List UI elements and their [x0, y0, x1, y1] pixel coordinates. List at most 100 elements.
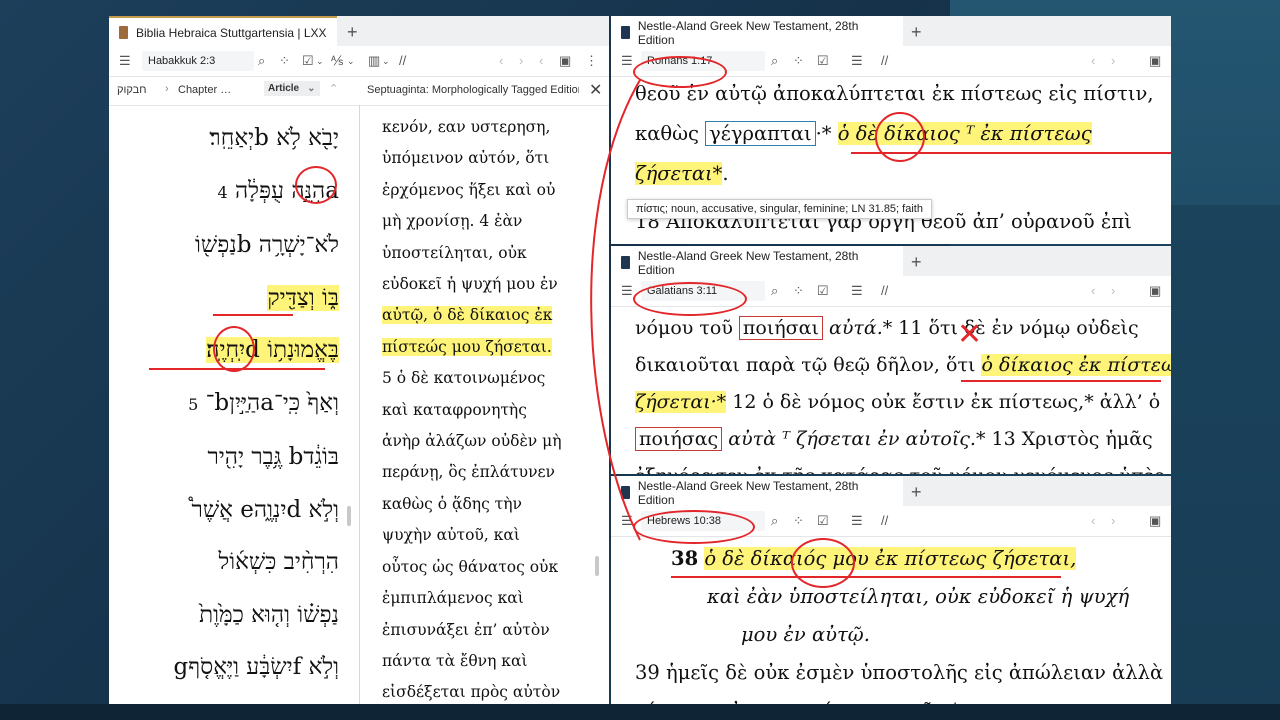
panel-menu-icon[interactable]: ▣ [1149, 513, 1161, 529]
lxx-line: κενόν, εαν υστερηση, [382, 118, 551, 136]
word-box[interactable]: γέγραπται [705, 121, 816, 146]
panel-menu-icon[interactable]: ▣ [1149, 53, 1161, 69]
tab-bhs[interactable]: Biblia Hebraica Stuttgartensia | LXX [109, 16, 337, 47]
hebrews-line: 39 ἡμεῖς δὲ οὐκ ἐσμὲν ὑποστολῆς εἰς ἀπώλ… [635, 661, 1164, 684]
parallel-icon[interactable]: // [399, 53, 406, 68]
galatians-word: αὐτά.* [828, 317, 893, 339]
add-tab-icon[interactable]: + [347, 22, 358, 43]
forward-icon[interactable]: › [1111, 513, 1115, 528]
galatians-tabbar: Nestle-Aland Greek New Testament, 28th E… [611, 246, 1171, 277]
parallel-icon[interactable]: // [881, 513, 888, 528]
chevron-down-icon[interactable]: ⌄ [347, 56, 355, 67]
scrollbar-right[interactable] [595, 556, 599, 576]
hebrews-text: 38 ὁ δὲ δίκαιός μου ἐκ πίστεως ζήσεται, … [635, 540, 1164, 704]
lxx-line-highlight: πίστεώς μου ζήσεται. [382, 332, 582, 363]
book-icon [119, 26, 128, 39]
lxx-line: ψυχὴν αὐτοῦ, καὶ [382, 526, 520, 545]
search-icon[interactable]: ⌕ [771, 513, 778, 529]
lxx-highlight: πίστεώς μου ζήσεται. [382, 337, 552, 356]
reference-input[interactable]: Habakkuk 2:3 [142, 51, 254, 71]
checkbox-icon[interactable]: ☑ [817, 513, 829, 529]
apparatus-mark[interactable]: ·* [816, 122, 832, 145]
chevron-down-icon: ⌄ [307, 83, 316, 94]
panel-menu-icon[interactable]: ▣ [1149, 283, 1161, 299]
columns-icon[interactable]: ▥ [368, 53, 380, 69]
scrollbar-left[interactable] [347, 506, 351, 526]
parallel-icon[interactable]: // [881, 53, 888, 68]
columns-icon[interactable]: ☰ [851, 53, 863, 69]
back-icon[interactable]: ‹ [499, 53, 503, 68]
red-underline-annotation [671, 576, 1061, 578]
checkbox-icon[interactable]: ☑ [817, 283, 829, 299]
search-icon[interactable]: ⌕ [258, 53, 265, 69]
menu-icon[interactable]: ☰ [119, 53, 131, 69]
add-tab-icon[interactable]: + [911, 22, 922, 43]
hebrews-tabbar: Nestle-Aland Greek New Testament, 28th E… [611, 476, 1171, 507]
red-circle-annotation [875, 112, 925, 162]
hebrews-line: 38 ὁ δὲ δίκαιός μου ἐκ πίστεως ζήσεται, [635, 540, 1160, 578]
forward-icon[interactable]: › [1111, 53, 1115, 68]
lxx-line: καὶ καταφρονητὴς [382, 400, 527, 419]
tab-na28-galatians[interactable]: Nestle-Aland Greek New Testament, 28th E… [611, 246, 903, 277]
chevron-down-icon[interactable]: ⌄ [382, 56, 390, 67]
close-icon[interactable]: ✕ [589, 80, 602, 100]
tab-na28-romans[interactable]: Nestle-Aland Greek New Testament, 28th E… [611, 16, 903, 47]
septuagint-column: κενόν, εαν υστερηση, ὑπόμεινον αὐτόν, ὅτ… [382, 112, 582, 704]
hebrews-line: καὶ ἐὰν ὑποστείληται, οὐκ εὐδοκεῖ ἡ ψυχή [707, 585, 1130, 608]
back-icon[interactable]: ‹ [1091, 53, 1095, 68]
red-x-annotation: ✕ [957, 318, 983, 351]
search-icon[interactable]: ⌕ [771, 283, 778, 299]
word-box[interactable]: ποιήσας [635, 427, 723, 451]
visual-filter-icon[interactable]: ⁘ [279, 53, 290, 69]
menu-icon[interactable]: ☰ [621, 53, 633, 69]
more-icon[interactable]: ⋮ [585, 53, 598, 69]
verse-number: 4 [217, 182, 228, 202]
hebrew-line: בּוֹגֵ֔דb גֶּ֥בֶר יָהִ֖יר [207, 444, 339, 470]
hebrews-line: μου ἐν αὐτῷ. [741, 623, 870, 646]
chevron-right-icon: › [165, 83, 169, 95]
tab-title: Nestle-Aland Greek New Testament, 28th E… [637, 18, 859, 47]
interlinear-icon[interactable]: ⅍ [331, 53, 343, 68]
breadcrumb-chapter[interactable]: Chapter … [178, 84, 231, 96]
add-tab-icon[interactable]: + [911, 252, 922, 273]
menu-icon[interactable]: ☰ [621, 283, 633, 299]
red-circle-annotation [295, 166, 337, 204]
search-icon[interactable]: ⌕ [771, 53, 778, 69]
visual-filter-icon[interactable]: ⁘ [793, 283, 804, 299]
lxx-line: ἐρχόμενος ἥξει καὶ οὐ [382, 180, 556, 199]
chevron-down-icon[interactable]: ⌄ [316, 56, 324, 67]
column-divider[interactable] [359, 105, 360, 704]
verse-number: 38 [671, 547, 699, 570]
columns-icon[interactable]: ☰ [851, 283, 863, 299]
visual-filter-icon[interactable]: ⁘ [793, 53, 804, 69]
back-icon[interactable]: ‹ [1091, 513, 1095, 528]
forward-icon[interactable]: › [1111, 283, 1115, 298]
lxx-line: ἐμπιπλάμενος καὶ [382, 589, 524, 608]
collapse-icon[interactable]: ⌃ [329, 82, 338, 95]
red-circle-annotation [213, 326, 255, 372]
breadcrumb-book[interactable]: חבקוק [117, 84, 146, 96]
red-circle-annotation [633, 510, 755, 544]
panel-menu-icon[interactable]: ▣ [559, 53, 571, 69]
hebrew-line: נַפְשׁ֗וֹ וְה֤וּא כַמָּ֙וֶת֙ [199, 601, 339, 628]
checkbox-icon[interactable]: ☑ [302, 53, 314, 69]
columns-icon[interactable]: ☰ [851, 513, 863, 529]
article-dropdown[interactable]: Article ⌄ [264, 81, 320, 96]
visual-filter-icon[interactable]: ⁘ [793, 513, 804, 529]
red-circle-annotation [633, 56, 727, 88]
tab-na28-hebrews[interactable]: Nestle-Aland Greek New Testament, 28th E… [611, 476, 903, 507]
word-box[interactable]: ποιήσαι [738, 316, 823, 340]
menu-icon[interactable]: ☰ [621, 513, 633, 529]
galatians-word: δικαιοῦται παρὰ τῷ θεῷ δῆλον, ὅτι [635, 354, 976, 376]
word-tooltip: πίστις; noun, accusative, singular, femi… [627, 199, 932, 219]
forward-icon[interactable]: › [519, 53, 523, 68]
back-icon[interactable]: ‹ [1091, 283, 1095, 298]
galatians-word: νόμου τοῦ [635, 317, 733, 339]
checkbox-icon[interactable]: ☑ [817, 53, 829, 69]
lxx-highlight: αὐτῷ, ὁ δὲ δίκαιος ἐκ [382, 306, 553, 325]
parallel-icon[interactable]: // [881, 283, 888, 298]
history-icon[interactable]: ‹ [539, 53, 543, 68]
hebrew-line: לֹא־יָשְׁרָ֥ה bנַפְשׁ֖וֹ [195, 232, 339, 258]
lxx-line: οὗτος ὡς θάνατος οὐκ [382, 557, 559, 576]
add-tab-icon[interactable]: + [911, 482, 922, 503]
